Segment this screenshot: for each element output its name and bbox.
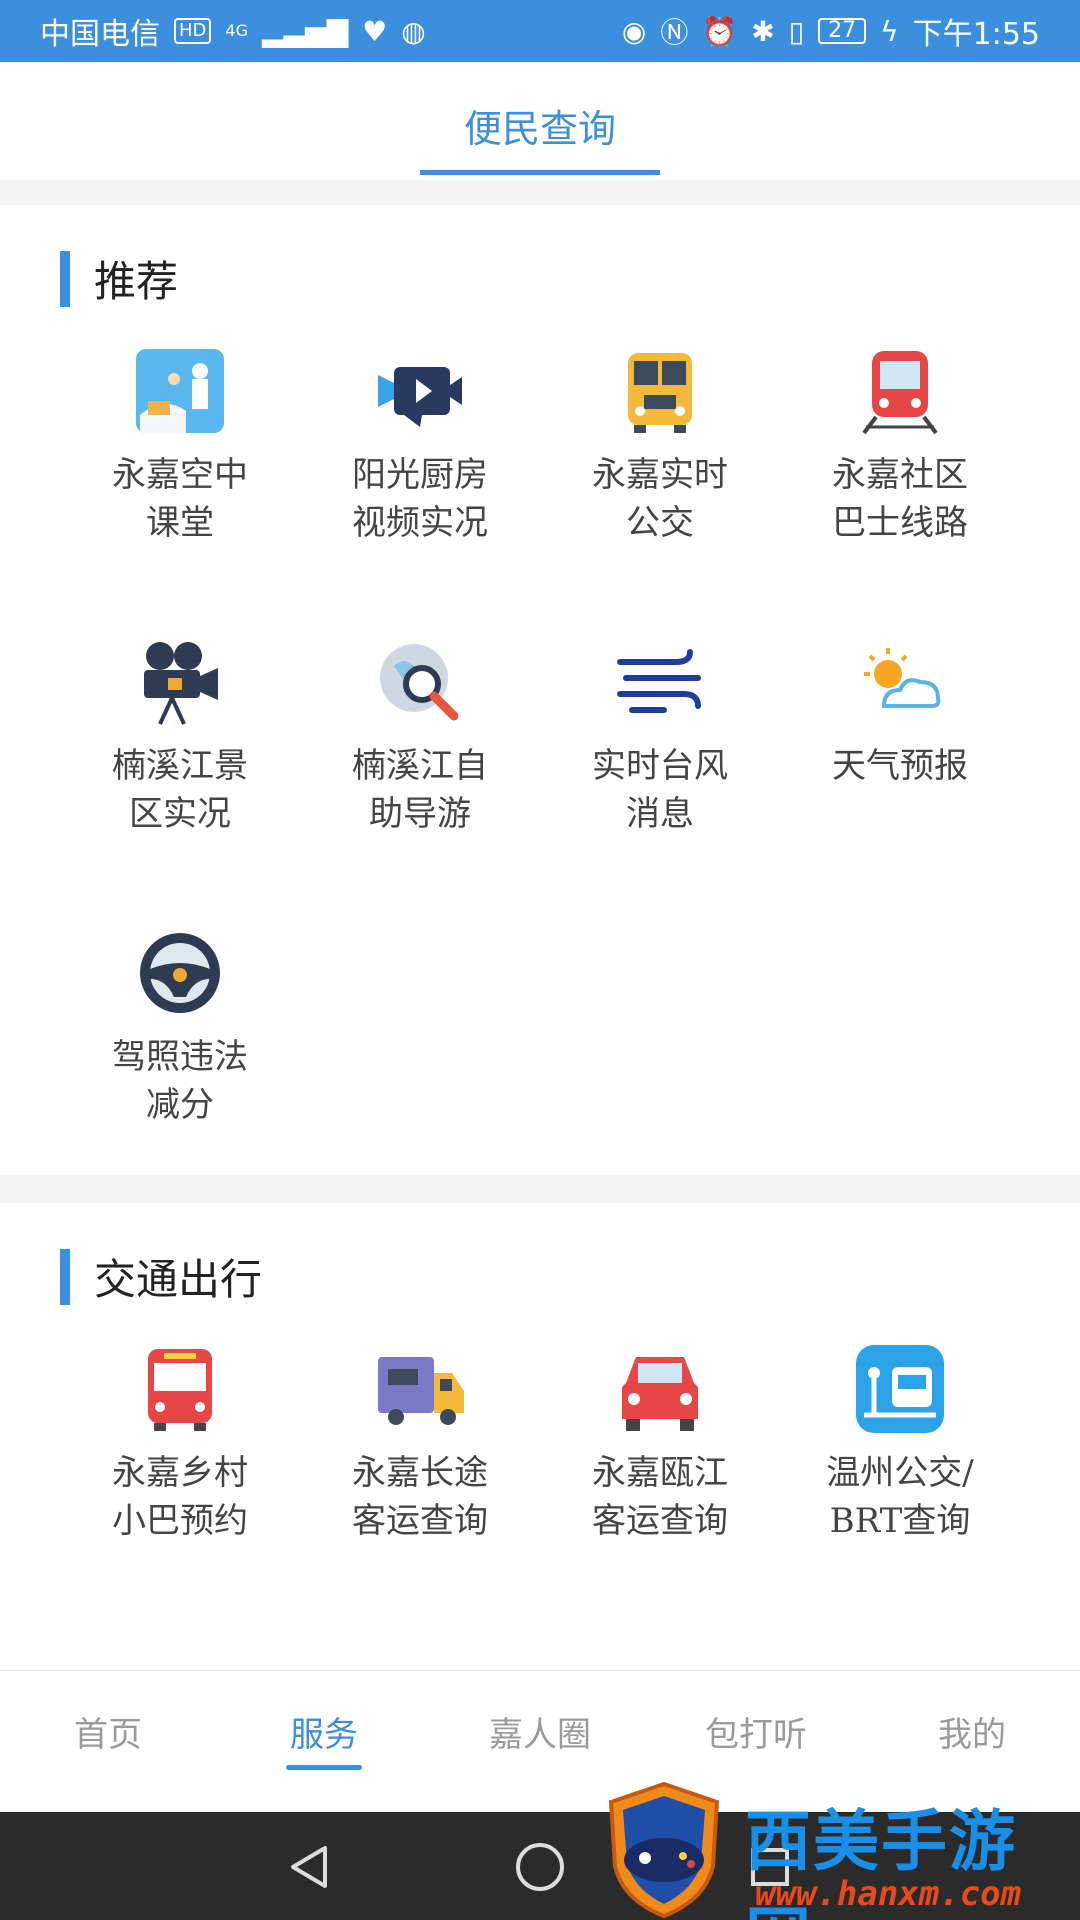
service-item-community-bus[interactable]: 永嘉社区 巴士线路: [780, 345, 1020, 636]
signal-icon: ▂▃▅▇: [261, 14, 349, 48]
back-icon[interactable]: [275, 1832, 345, 1902]
charging-icon: ϟ: [880, 14, 899, 48]
page-title[interactable]: 便民查询: [0, 98, 1080, 153]
status-bar: 中国电信 HD 4G ▂▃▅▇ ♥ ◍ ◉ Ⓝ ⏰ ✱ ▯ 27 ϟ 下午1:5…: [0, 0, 1080, 62]
truck-icon: [374, 1343, 466, 1435]
service-label: 永嘉长途 客运查询: [352, 1453, 488, 1541]
section-title: 推荐: [94, 257, 179, 306]
service-item-realtime-bus[interactable]: 永嘉实时 公交: [540, 345, 780, 636]
service-item-long-distance[interactable]: 永嘉长途 客运查询: [300, 1343, 540, 1634]
header-underline: [420, 170, 660, 175]
train-icon: [854, 345, 946, 437]
service-label: 驾照违法 减分: [112, 1037, 248, 1125]
heart-rate-icon: ♥: [362, 14, 388, 48]
section-header: 交通出行: [60, 1246, 262, 1307]
service-label: 楠溪江自 助导游: [352, 746, 488, 834]
car-icon: [614, 1343, 706, 1435]
wechat-icon: ◍: [401, 14, 426, 48]
movie-camera-icon: [134, 636, 226, 728]
service-item-self-guide[interactable]: 楠溪江自 助导游: [300, 636, 540, 927]
service-label: 天气预报: [832, 746, 968, 786]
service-grid: 永嘉乡村 小巴预约 永嘉长途 客运查询 永嘉瓯江 客运查询 温州公交/ BRT查…: [0, 1343, 1080, 1634]
service-label: 永嘉空中 课堂: [112, 455, 248, 543]
steering-wheel-icon: [134, 927, 226, 1019]
nav-services[interactable]: 服务: [216, 1671, 432, 1812]
globe-search-icon: [374, 636, 466, 728]
video-camera-icon: [374, 345, 466, 437]
section-header: 推荐: [60, 248, 178, 309]
weather-icon: [854, 636, 946, 728]
service-item-wenzhou-brt[interactable]: 温州公交/ BRT查询: [780, 1343, 1020, 1634]
bluetooth-icon: ✱: [751, 14, 775, 48]
service-item-license-points[interactable]: 驾照违法 减分: [60, 927, 300, 1218]
clock-time: 下午1:55: [912, 17, 1040, 52]
section-title: 交通出行: [94, 1255, 263, 1304]
service-item-typhoon[interactable]: 实时台风 消息: [540, 636, 780, 927]
battery-level: 27: [818, 18, 867, 44]
nav-home[interactable]: 首页: [0, 1671, 216, 1812]
vibrate-icon: ▯: [788, 14, 805, 48]
gamepad-logo-icon: [605, 1780, 723, 1920]
active-indicator: [286, 1765, 362, 1770]
service-label: 永嘉社区 巴士线路: [832, 455, 968, 543]
section-marker: [60, 1248, 70, 1305]
section-marker: [60, 250, 70, 307]
page-header: 便民查询: [0, 62, 1080, 180]
hd-badge: HD: [174, 18, 212, 44]
bus-icon: [614, 345, 706, 437]
service-item-nanxi-scenic[interactable]: 楠溪江景 区实况: [60, 636, 300, 927]
service-item-sunshine-kitchen[interactable]: 阳光厨房 视频实况: [300, 345, 540, 636]
alarm-icon: ⏰: [702, 14, 738, 48]
service-label: 永嘉乡村 小巴预约: [112, 1453, 248, 1541]
watermark: 西美手游网 www.hanxm.com: [605, 1780, 1080, 1920]
service-label: 楠溪江景 区实况: [112, 746, 248, 834]
service-label: 温州公交/ BRT查询: [826, 1453, 974, 1541]
watermark-url: www.hanxm.com: [755, 1874, 1022, 1914]
service-item-air-classroom[interactable]: 永嘉空中 课堂: [60, 345, 300, 636]
red-bus-icon: [134, 1343, 226, 1435]
service-label: 阳光厨房 视频实况: [352, 455, 488, 543]
classroom-icon: [134, 345, 226, 437]
nfc-icon: Ⓝ: [660, 16, 689, 49]
carrier-name: 中国电信: [40, 17, 160, 52]
service-label: 实时台风 消息: [592, 746, 728, 834]
section-transport: 交通出行 永嘉乡村 小巴预约 永嘉长途 客运查询 永嘉瓯江 客运查询 温州公交/…: [0, 1203, 1080, 1703]
section-recommended: 推荐 永嘉空中 课堂 阳光厨房 视频实况 永嘉实时 公交 永嘉社区 巴士线路 楠…: [0, 205, 1080, 1175]
eye-icon: ◉: [621, 14, 647, 48]
service-item-village-minibus[interactable]: 永嘉乡村 小巴预约: [60, 1343, 300, 1634]
service-label: 永嘉实时 公交: [592, 455, 728, 543]
service-grid: 永嘉空中 课堂 阳光厨房 视频实况 永嘉实时 公交 永嘉社区 巴士线路 楠溪江景…: [0, 345, 1080, 1218]
service-item-weather[interactable]: 天气预报: [780, 636, 1020, 927]
network-type: 4G: [225, 21, 248, 40]
wind-icon: [614, 636, 706, 728]
home-icon[interactable]: [505, 1832, 575, 1902]
service-label: 永嘉瓯江 客运查询: [592, 1453, 728, 1541]
bus-stop-icon: [854, 1343, 946, 1435]
service-item-oujiang-ferry[interactable]: 永嘉瓯江 客运查询: [540, 1343, 780, 1634]
